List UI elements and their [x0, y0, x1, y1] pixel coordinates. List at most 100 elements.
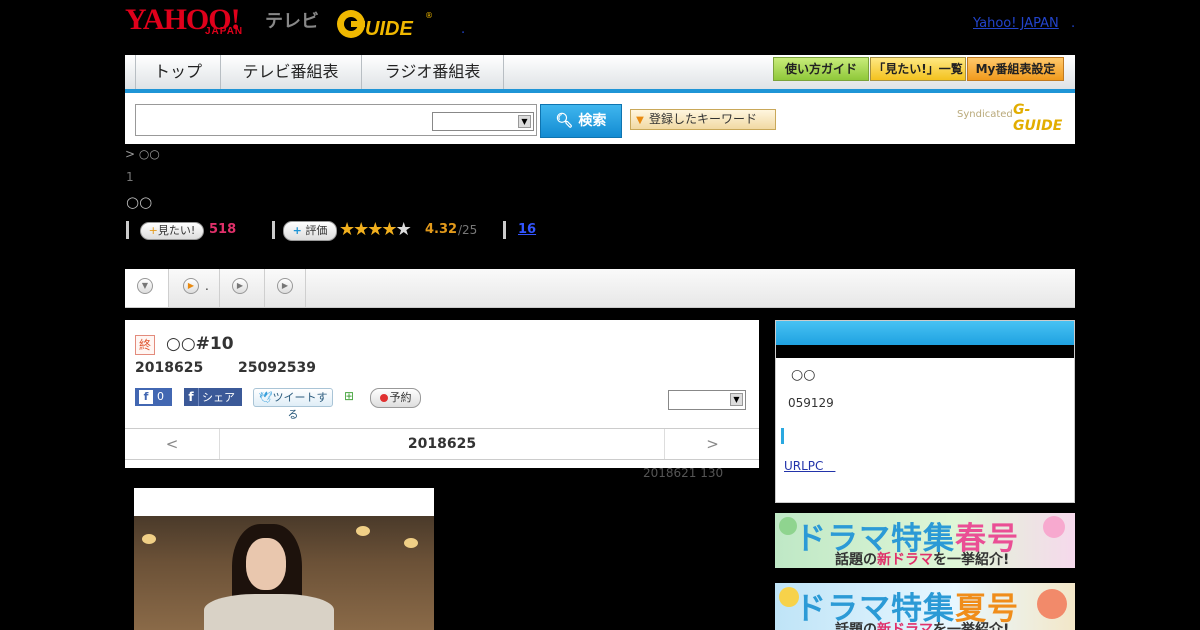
mitai-list-button[interactable]: 「見たい!」一覧 [870, 57, 966, 81]
rate-button-label: 評価 [305, 224, 328, 237]
facebook-like-button[interactable]: f0 [135, 388, 172, 406]
station-name: ○○ [791, 367, 816, 383]
star-icon: ★ [353, 219, 369, 240]
tweet-button[interactable]: 🕊︎ツイートする [253, 388, 333, 421]
saved-keywords-button[interactable]: ▼ 登録したキーワード [630, 109, 776, 130]
star-empty-icon: ★ [395, 219, 412, 240]
plus-icon: + [292, 224, 302, 237]
person-face [246, 538, 286, 590]
chevron-down-icon: ▼ [518, 115, 531, 128]
my-listings-settings-button[interactable]: My番組表設定 [967, 57, 1064, 81]
photo-scene [134, 516, 434, 630]
drama-special-summer-banner[interactable]: ドラマ特集夏号 話題の新ドラマを一挙紹介! [775, 583, 1075, 630]
mitai-count: 518 [209, 222, 237, 237]
previous-date-button[interactable]: < [125, 429, 220, 459]
gguide-logo[interactable]: UIDE ® [335, 8, 435, 40]
nav-tab-radio-listings[interactable]: ラジオ番組表 [362, 55, 504, 89]
program-select[interactable]: ▼ [668, 390, 746, 410]
end-badge: 終 [135, 335, 155, 355]
yahoo-japan-logo-text: JAPAN [205, 26, 244, 37]
facebook-share-button[interactable]: f シェア [184, 388, 242, 406]
star-icon: ★ [367, 219, 383, 240]
facebook-like-count: 0 [157, 390, 164, 403]
next-date-button[interactable]: > [664, 429, 760, 459]
program-subtabs: ▼ ▶ . ▶ ▶ [125, 269, 1075, 308]
pc-url-link[interactable]: URLPC [784, 457, 835, 474]
broadcast-time: 25092539 [238, 360, 316, 376]
terebi-logo-text[interactable]: テレビ [265, 7, 319, 33]
station-info-box: ○○ 059129 URLPC [775, 320, 1075, 503]
nav-tab-tv-listings[interactable]: テレビ番組表 [220, 55, 362, 89]
main-nav: トップ テレビ番組表 ラジオ番組表 使い方ガイド 「見たい!」一覧 My番組表設… [125, 55, 1075, 93]
guide-button[interactable]: 使い方ガイド [773, 57, 869, 81]
section-marker [781, 428, 784, 444]
updated-timestamp: 2018621 130 [643, 466, 724, 480]
station-box-header [776, 321, 1074, 345]
chevron-down-icon: ▼ [730, 393, 743, 406]
twitter-bird-icon: 🕊︎ [258, 391, 273, 404]
fan-decoration [1037, 589, 1067, 619]
search-bar: ▼ 🔍︎ 検索 ▼ 登録したキーワード Syndicated G-GUIDE [125, 93, 1075, 144]
episode-count: 1 [126, 170, 134, 184]
divider [272, 221, 275, 239]
station-box-subheader [776, 345, 1074, 358]
banner-subtitle: 話題の新ドラマを一挙紹介! [835, 622, 1010, 630]
divider [126, 221, 129, 239]
reserve-label: 予約 [389, 391, 412, 404]
banner-subtitle: 話題の新ドラマを一挙紹介! [835, 552, 1010, 568]
episode-title: ○○#10 [166, 334, 234, 354]
saved-keywords-label: 登録したキーワード [649, 112, 758, 126]
triangle-down-icon: ▼ [636, 115, 644, 126]
mitai-button[interactable]: +見たい! [140, 222, 204, 240]
add-calendar-icon[interactable]: ⊞ [344, 389, 358, 403]
breadcrumb: > ○○ [125, 147, 160, 161]
svg-text:®: ® [425, 11, 433, 20]
subtab-2-label: . [205, 279, 209, 293]
chevron-down-circle-icon: ▼ [137, 278, 153, 294]
header-dot: . [461, 22, 466, 37]
rating-stars: ★★★★★ [339, 219, 412, 240]
search-icon: 🔍︎ [555, 113, 574, 129]
station-number: 059129 [788, 396, 834, 410]
rating-count: /25 [458, 223, 478, 237]
facebook-share-label: シェア [202, 391, 235, 404]
yahoo-japan-link[interactable]: Yahoo! JAPAN [973, 16, 1059, 31]
mitai-button-label: 見たい! [157, 224, 196, 237]
lamp-decoration [356, 526, 370, 536]
reserve-button[interactable]: 予約 [370, 388, 421, 408]
nav-tab-top[interactable]: トップ [135, 55, 221, 89]
play-circle-icon: ▶ [277, 278, 293, 294]
broadcast-date: 2018625 [135, 360, 204, 376]
program-title: ○○ [126, 193, 153, 211]
star-icon: ★ [381, 219, 397, 240]
search-button[interactable]: 🔍︎ 検索 [540, 104, 622, 138]
syndicated-gguide-logo: G-GUIDE [1013, 102, 1063, 134]
search-category-select[interactable]: ▼ [432, 112, 534, 131]
facebook-icon: f [184, 388, 199, 406]
record-dot-icon [379, 394, 388, 402]
subtab-2[interactable]: ▶ . [169, 269, 220, 307]
drama-special-spring-banner[interactable]: ドラマ特集春号 話題の新ドラマを一挙紹介! [775, 513, 1075, 568]
facebook-icon: f [139, 390, 153, 404]
rate-button[interactable]: + 評価 [283, 221, 337, 241]
flower-decoration [1043, 516, 1065, 538]
header-dot-right: . [1071, 16, 1076, 31]
date-navigation: < 2018625 > [125, 428, 759, 460]
gguide-logo-text: UIDE [365, 18, 413, 40]
program-detail-panel: 終 ○○#10 2018625 25092539 f0 f シェア 🕊︎ツイートす… [125, 320, 759, 468]
divider [503, 221, 506, 239]
subtab-1[interactable]: ▼ [125, 269, 169, 307]
subtab-4[interactable]: ▶ [265, 269, 306, 307]
search-button-label: 検索 [578, 113, 607, 129]
syndicated-label: Syndicated [957, 109, 1013, 120]
rating-score: 4.32 [425, 222, 458, 237]
plus-icon: + [148, 224, 158, 237]
program-photo [134, 488, 434, 630]
subtab-3[interactable]: ▶ [220, 269, 265, 307]
current-date: 2018625 [407, 436, 477, 452]
star-icon: ★ [339, 219, 355, 240]
lamp-decoration [142, 534, 156, 544]
person-shoulders [204, 594, 334, 630]
play-circle-icon: ▶ [232, 278, 248, 294]
review-count-link[interactable]: 16 [518, 222, 536, 237]
